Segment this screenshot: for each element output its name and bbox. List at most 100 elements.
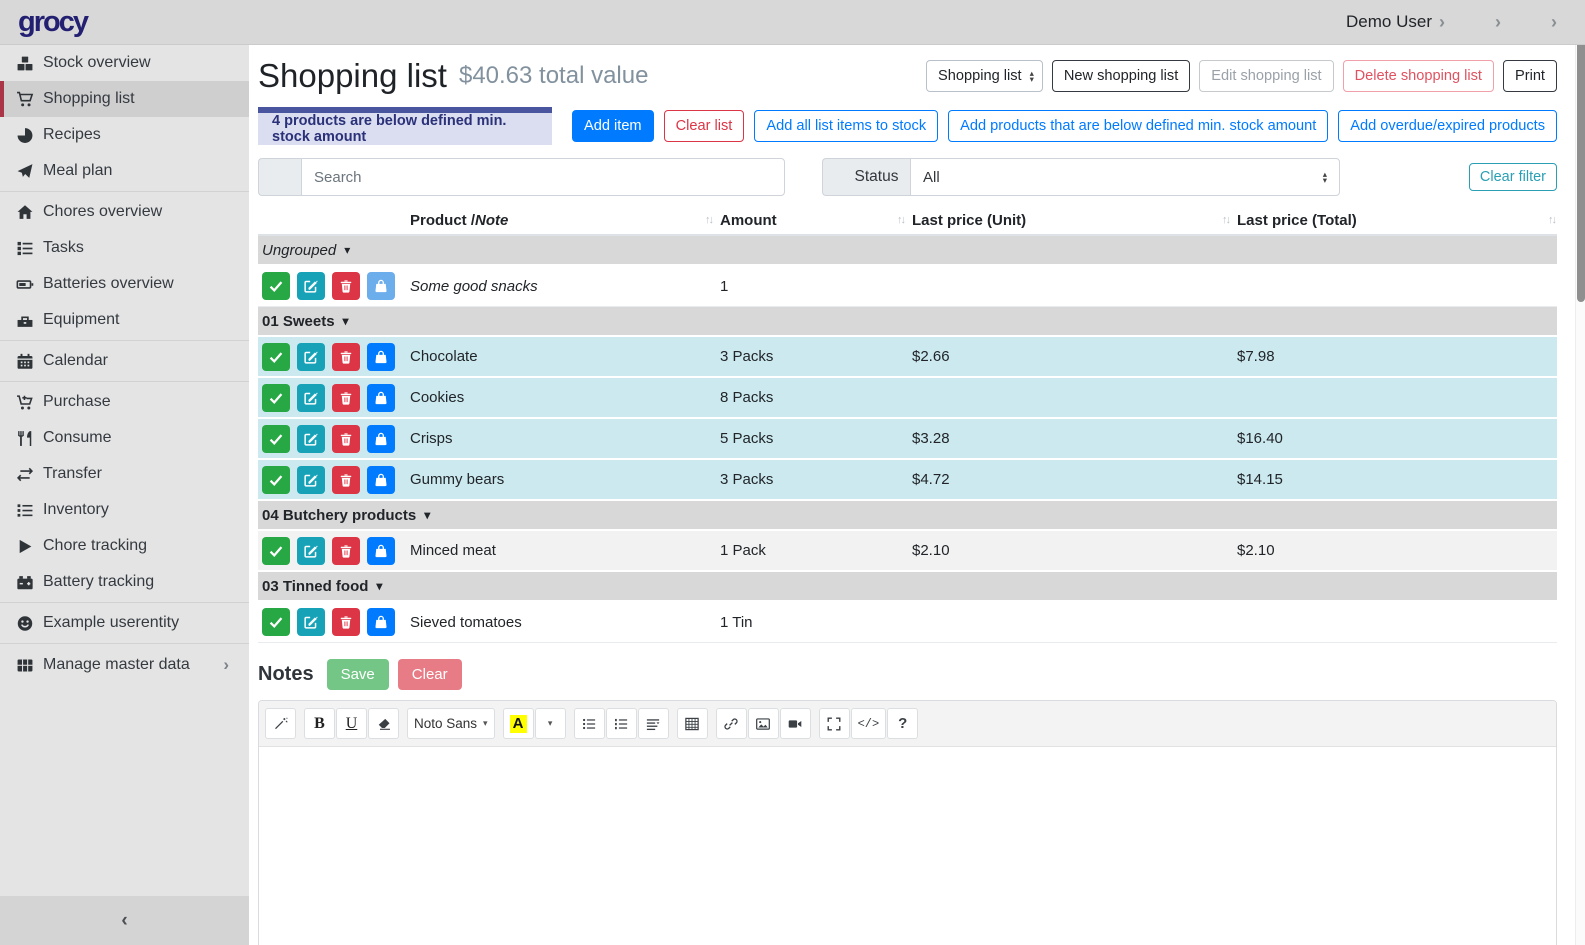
delete-item-button[interactable]: [332, 384, 360, 412]
sidebar-item-manage-master-data[interactable]: Manage master data›: [0, 646, 249, 684]
sidebar-item-tasks[interactable]: Tasks: [0, 230, 249, 266]
expand-button[interactable]: [819, 708, 850, 739]
picture-button[interactable]: [748, 708, 779, 739]
mark-done-button[interactable]: [262, 343, 290, 371]
edit-item-button[interactable]: [297, 425, 325, 453]
delete-item-button[interactable]: [332, 343, 360, 371]
delete-item-button[interactable]: [332, 466, 360, 494]
purchase-item-button[interactable]: [367, 272, 395, 300]
editor-content[interactable]: [259, 747, 1556, 945]
magic-button[interactable]: [265, 708, 296, 739]
new-shopping-list-button[interactable]: New shopping list: [1052, 60, 1190, 92]
sort-icon[interactable]: ↑↓: [897, 214, 904, 226]
app-logo[interactable]: grocy: [18, 6, 87, 39]
edit-item-button[interactable]: [297, 466, 325, 494]
sidebar-item-purchase[interactable]: Purchase: [0, 384, 249, 420]
sidebar-item-calendar[interactable]: Calendar: [0, 343, 249, 379]
notes-save-button[interactable]: Save: [327, 659, 389, 690]
settings-menu[interactable]: ›: [1471, 13, 1501, 31]
sidebar-item-stock-overview[interactable]: Stock overview: [0, 45, 249, 81]
ol-button[interactable]: [606, 708, 637, 739]
bold-button[interactable]: B: [304, 708, 335, 739]
color-button[interactable]: A: [503, 708, 534, 739]
status-select[interactable]: All ▴▾: [910, 158, 1340, 196]
edit-item-button[interactable]: [297, 343, 325, 371]
sort-icon[interactable]: ↑↓: [1548, 214, 1555, 226]
sidebar-item-batteries-overview[interactable]: Batteries overview: [0, 266, 249, 302]
purchase-item-button[interactable]: [367, 384, 395, 412]
code-button[interactable]: </>: [851, 708, 887, 739]
edit-item-button[interactable]: [297, 384, 325, 412]
mark-done-button[interactable]: [262, 537, 290, 565]
link-button[interactable]: [716, 708, 747, 739]
sidebar-item-battery-tracking[interactable]: Battery tracking: [0, 564, 249, 600]
notes-clear-button[interactable]: Clear: [398, 659, 462, 690]
purchase-item-button[interactable]: [367, 537, 395, 565]
add-below-min-button[interactable]: Add products that are below defined min.…: [948, 110, 1328, 142]
color-caret-button[interactable]: ▾: [535, 708, 566, 739]
column-header-amount[interactable]: Amount ↑↓: [720, 212, 912, 229]
purchase-item-button[interactable]: [367, 425, 395, 453]
clear-filter-button[interactable]: Clear filter: [1469, 163, 1557, 191]
mark-done-button[interactable]: [262, 384, 290, 412]
scrollbar-thumb[interactable]: [1577, 2, 1585, 302]
purchase-item-button[interactable]: [367, 343, 395, 371]
table-button[interactable]: [677, 708, 708, 739]
delete-item-button[interactable]: [332, 425, 360, 453]
sidebar-item-inventory[interactable]: Inventory: [0, 492, 249, 528]
shopping-list-select[interactable]: Shopping list ▴▾: [926, 60, 1043, 92]
edit-item-button[interactable]: [297, 272, 325, 300]
align-button[interactable]: [638, 708, 669, 739]
sidebar-item-chore-tracking[interactable]: Chore tracking: [0, 528, 249, 564]
delete-item-button[interactable]: [332, 272, 360, 300]
sidebar-collapse-button[interactable]: ‹: [0, 896, 249, 945]
delete-item-button[interactable]: [332, 537, 360, 565]
add-all-to-stock-button[interactable]: Add all list items to stock: [754, 110, 938, 142]
mark-done-button[interactable]: [262, 272, 290, 300]
delete-item-button[interactable]: [332, 608, 360, 636]
print-button[interactable]: Print: [1503, 60, 1557, 92]
sort-icon[interactable]: ↑↓: [1222, 214, 1229, 226]
purchase-item-button[interactable]: [367, 608, 395, 636]
column-header-last-price-total[interactable]: Last price (Total) ↑↓: [1237, 212, 1557, 229]
video-button[interactable]: [780, 708, 811, 739]
add-overdue-button[interactable]: Add overdue/expired products: [1338, 110, 1557, 142]
product-group-header[interactable]: 03 Tinned food▾: [258, 572, 1557, 602]
sidebar-item-consume[interactable]: Consume: [0, 420, 249, 456]
product-group-header[interactable]: 04 Butchery products▾: [258, 501, 1557, 531]
clear-list-button[interactable]: Clear list: [664, 110, 745, 142]
sidebar-item-transfer[interactable]: Transfer: [0, 456, 249, 492]
edit-item-button[interactable]: [297, 537, 325, 565]
eraser-button[interactable]: [368, 708, 399, 739]
user-menu[interactable]: Demo User ›: [1323, 12, 1445, 32]
product-name: Crisps: [410, 430, 720, 447]
sort-icon[interactable]: ↑↓: [705, 214, 712, 226]
edit-shopping-list-button[interactable]: Edit shopping list: [1199, 60, 1333, 92]
search-input[interactable]: [301, 158, 785, 196]
font-button[interactable]: Noto Sans▾: [407, 708, 495, 739]
page-scrollbar[interactable]: [1575, 0, 1585, 945]
help-button[interactable]: ?: [887, 708, 918, 739]
sidebar-item-equipment[interactable]: Equipment: [0, 302, 249, 338]
admin-menu[interactable]: ›: [1527, 13, 1557, 31]
product-group-header[interactable]: Ungrouped▾: [258, 236, 1557, 266]
purchase-item-button[interactable]: [367, 466, 395, 494]
mark-done-button[interactable]: [262, 466, 290, 494]
sidebar-item-shopping-list[interactable]: Shopping list: [0, 81, 249, 117]
ul-button[interactable]: [574, 708, 605, 739]
eye-icon[interactable]: [262, 212, 280, 228]
edit-item-button[interactable]: [297, 608, 325, 636]
delete-shopping-list-button[interactable]: Delete shopping list: [1343, 60, 1494, 92]
column-header-product[interactable]: Product / Note ↑↓: [410, 212, 720, 229]
sidebar-item-meal-plan[interactable]: Meal plan: [0, 153, 249, 189]
sidebar-item-example-userentity[interactable]: Example userentity: [0, 605, 249, 641]
add-item-button[interactable]: Add item: [572, 110, 654, 142]
min-stock-alert[interactable]: 4 products are below defined min. stock …: [258, 107, 552, 145]
sidebar-item-chores-overview[interactable]: Chores overview: [0, 194, 249, 230]
product-group-header[interactable]: 01 Sweets▾: [258, 307, 1557, 337]
mark-done-button[interactable]: [262, 425, 290, 453]
underline-button[interactable]: U: [336, 708, 367, 739]
column-header-last-price-unit[interactable]: Last price (Unit) ↑↓: [912, 212, 1237, 229]
sidebar-item-recipes[interactable]: Recipes: [0, 117, 249, 153]
mark-done-button[interactable]: [262, 608, 290, 636]
